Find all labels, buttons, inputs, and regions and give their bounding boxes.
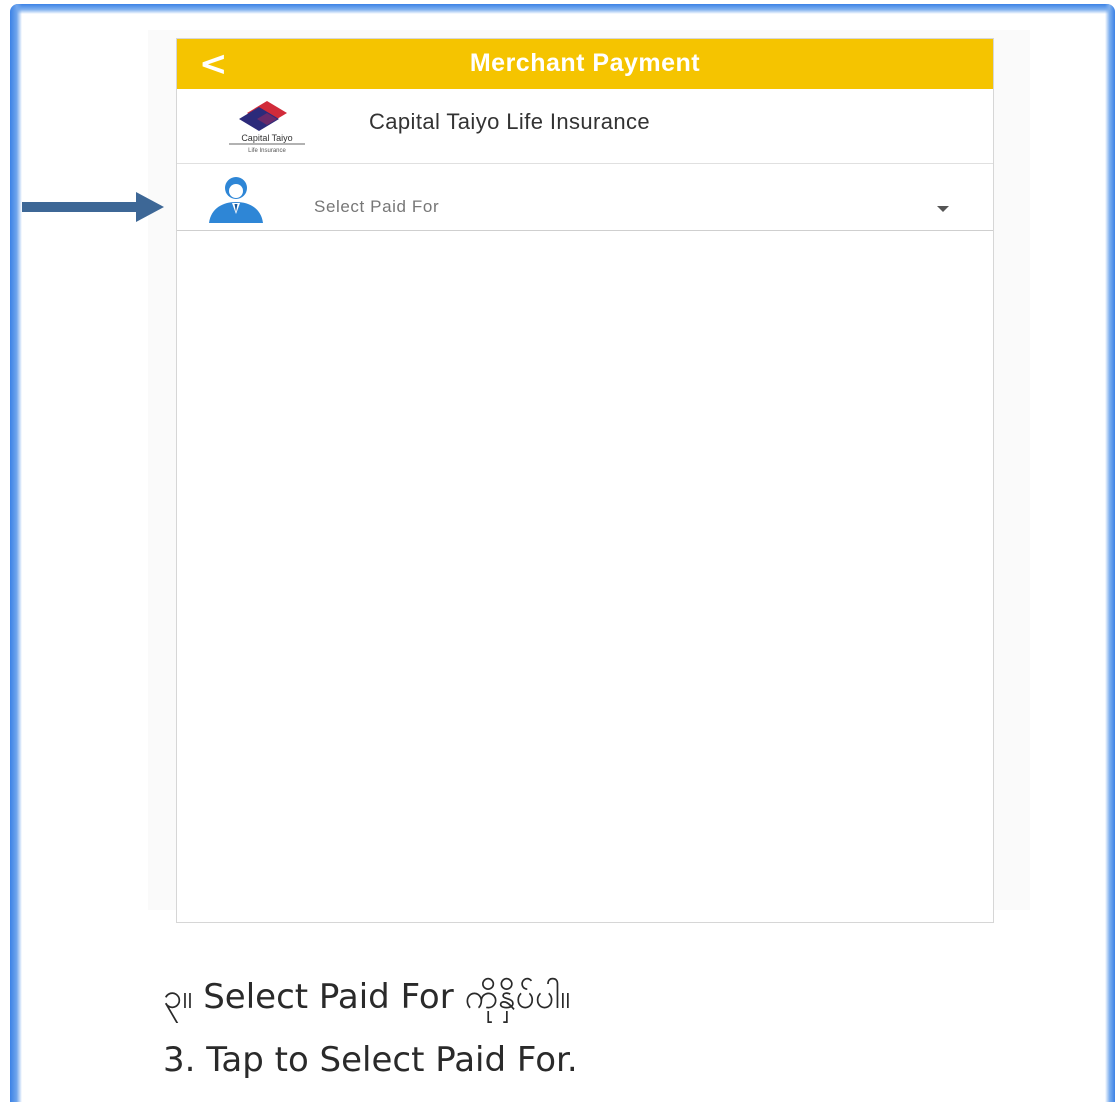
back-button[interactable]: <: [199, 43, 239, 85]
select-paid-for-dropdown[interactable]: Select Paid For: [177, 164, 993, 231]
select-placeholder: Select Paid For: [314, 197, 440, 216]
frame-border: [1105, 4, 1115, 1102]
frame-border: [10, 4, 1115, 14]
frame-border: [10, 4, 22, 1102]
merchant-name: Capital Taiyo Life Insurance: [369, 109, 651, 134]
instruction-english: 3. Tap to Select Paid For.: [163, 1040, 578, 1080]
merchant-logo: Capital Taiyo Life Insurance: [229, 101, 305, 154]
merchant-row: Capital Taiyo Life Insurance Capital Tai…: [177, 89, 993, 164]
app-bar: Merchant Payment <: [177, 39, 993, 89]
merchant-logo-text: Capital Taiyo: [241, 133, 292, 143]
page-title: Merchant Payment: [469, 49, 701, 77]
caret-down-icon[interactable]: [937, 206, 949, 212]
app-screen: Merchant Payment < Capital Taiyo Life In…: [176, 38, 994, 923]
merchant-logo-subtext: Life Insurance: [248, 148, 286, 154]
arrow-right-icon: [22, 192, 164, 222]
instruction-myanmar: ၃။ Select Paid For ကိုနှိပ်ပါ။: [163, 977, 571, 1017]
tutorial-frame: Merchant Payment < Capital Taiyo Life In…: [0, 0, 1119, 1102]
person-icon: [209, 177, 263, 223]
